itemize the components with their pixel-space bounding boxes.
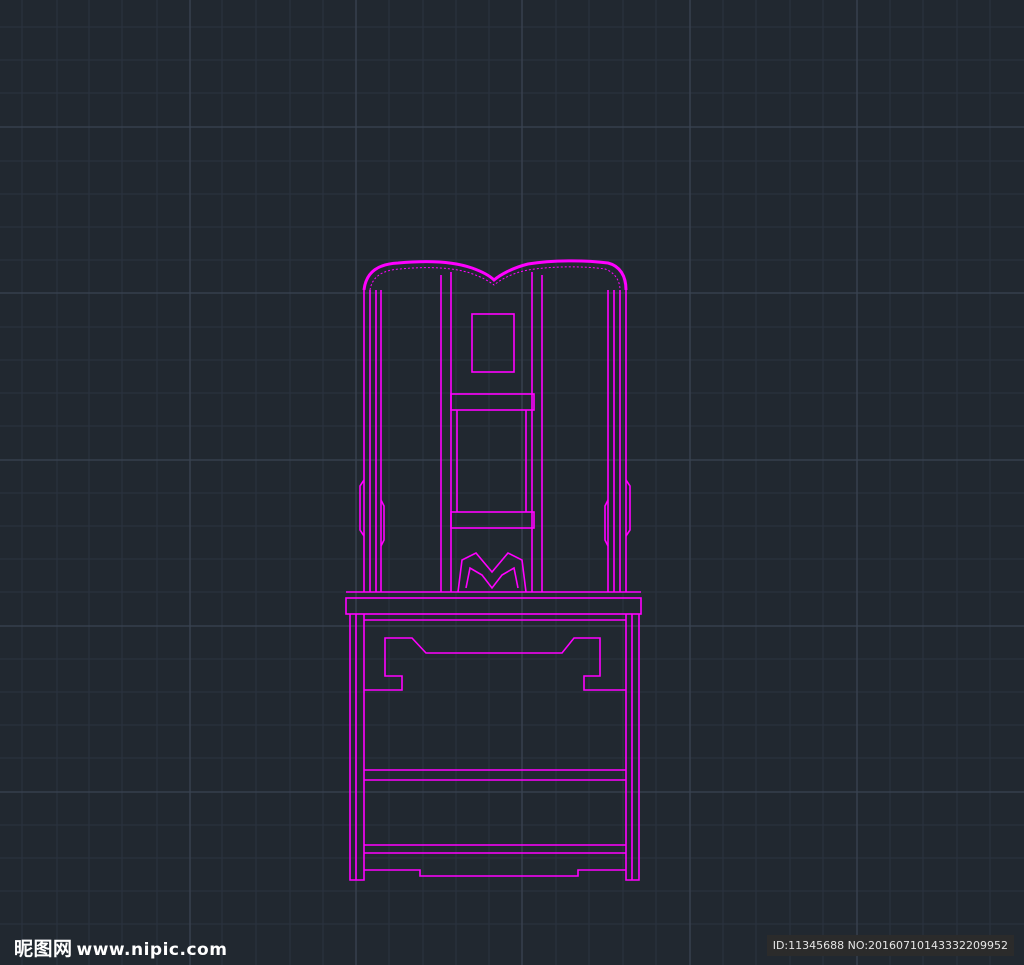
splat-mid (456, 410, 527, 512)
chair-drawing[interactable] (345, 259, 642, 881)
left-back-post (363, 290, 382, 592)
splat-panel (471, 313, 515, 373)
seat-top (345, 597, 642, 615)
nipic-watermark: 昵图网 www.nipic.com (14, 934, 227, 961)
watermark-site-cn: 昵图网 (14, 938, 73, 960)
minor-grid (0, 0, 1024, 965)
major-grid (0, 0, 1024, 965)
watermark-id-label: ID:11345688 NO:20160710143332209952 (766, 935, 1014, 956)
cad-canvas[interactable] (0, 0, 1024, 965)
crest-rail (362, 259, 628, 291)
watermark-site-url: www.nipic.com (76, 940, 228, 960)
stretcher-lower (364, 844, 626, 877)
apron (364, 619, 626, 691)
front-legs (349, 614, 640, 881)
stretcher-upper (364, 769, 626, 781)
